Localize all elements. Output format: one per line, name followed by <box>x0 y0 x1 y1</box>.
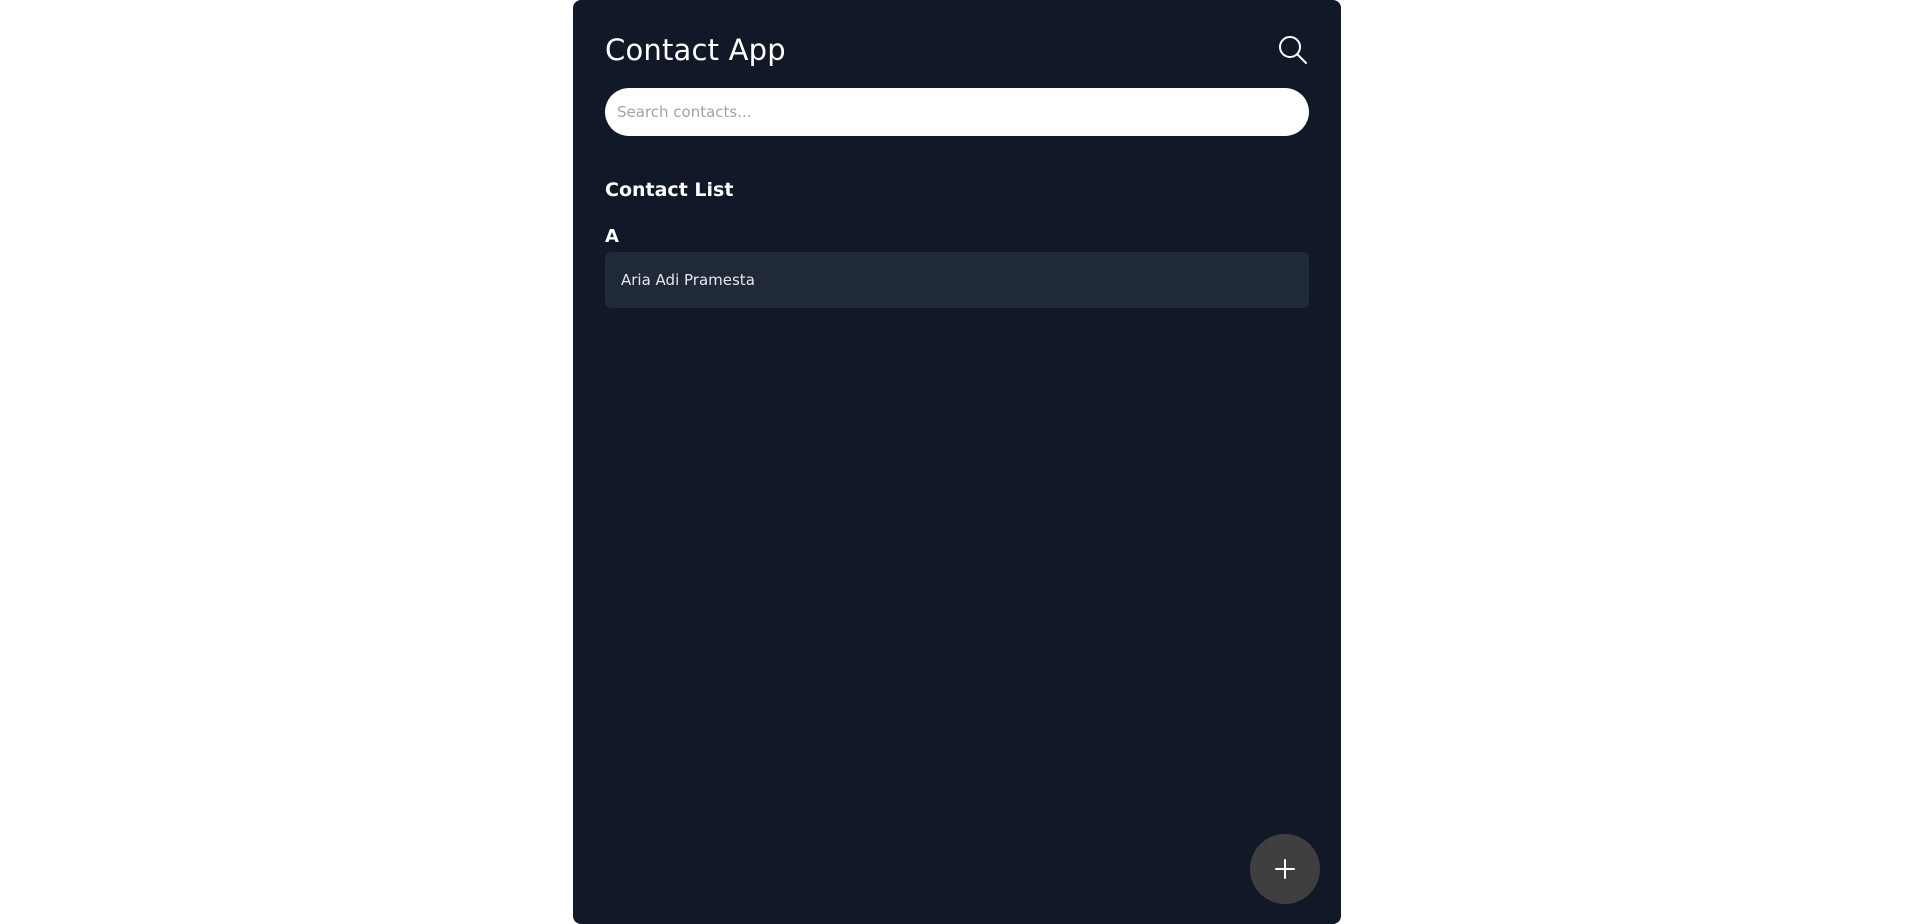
contact-item[interactable]: Aria Adi Pramesta <box>605 252 1309 308</box>
contact-list-title: Contact List <box>605 179 734 201</box>
contact-name: Aria Adi Pramesta <box>621 271 755 289</box>
search-icon <box>1277 34 1309 66</box>
group-letter-a: A <box>605 226 619 247</box>
app-title: Contact App <box>605 33 786 67</box>
search-input[interactable] <box>605 88 1309 136</box>
contact-app-panel: Contact App Contact List A Aria Adi Pram… <box>573 0 1341 924</box>
plus-icon <box>1274 858 1296 880</box>
app-header: Contact App <box>605 30 1309 70</box>
search-toggle-button[interactable] <box>1277 34 1309 66</box>
add-contact-button[interactable] <box>1250 834 1320 904</box>
